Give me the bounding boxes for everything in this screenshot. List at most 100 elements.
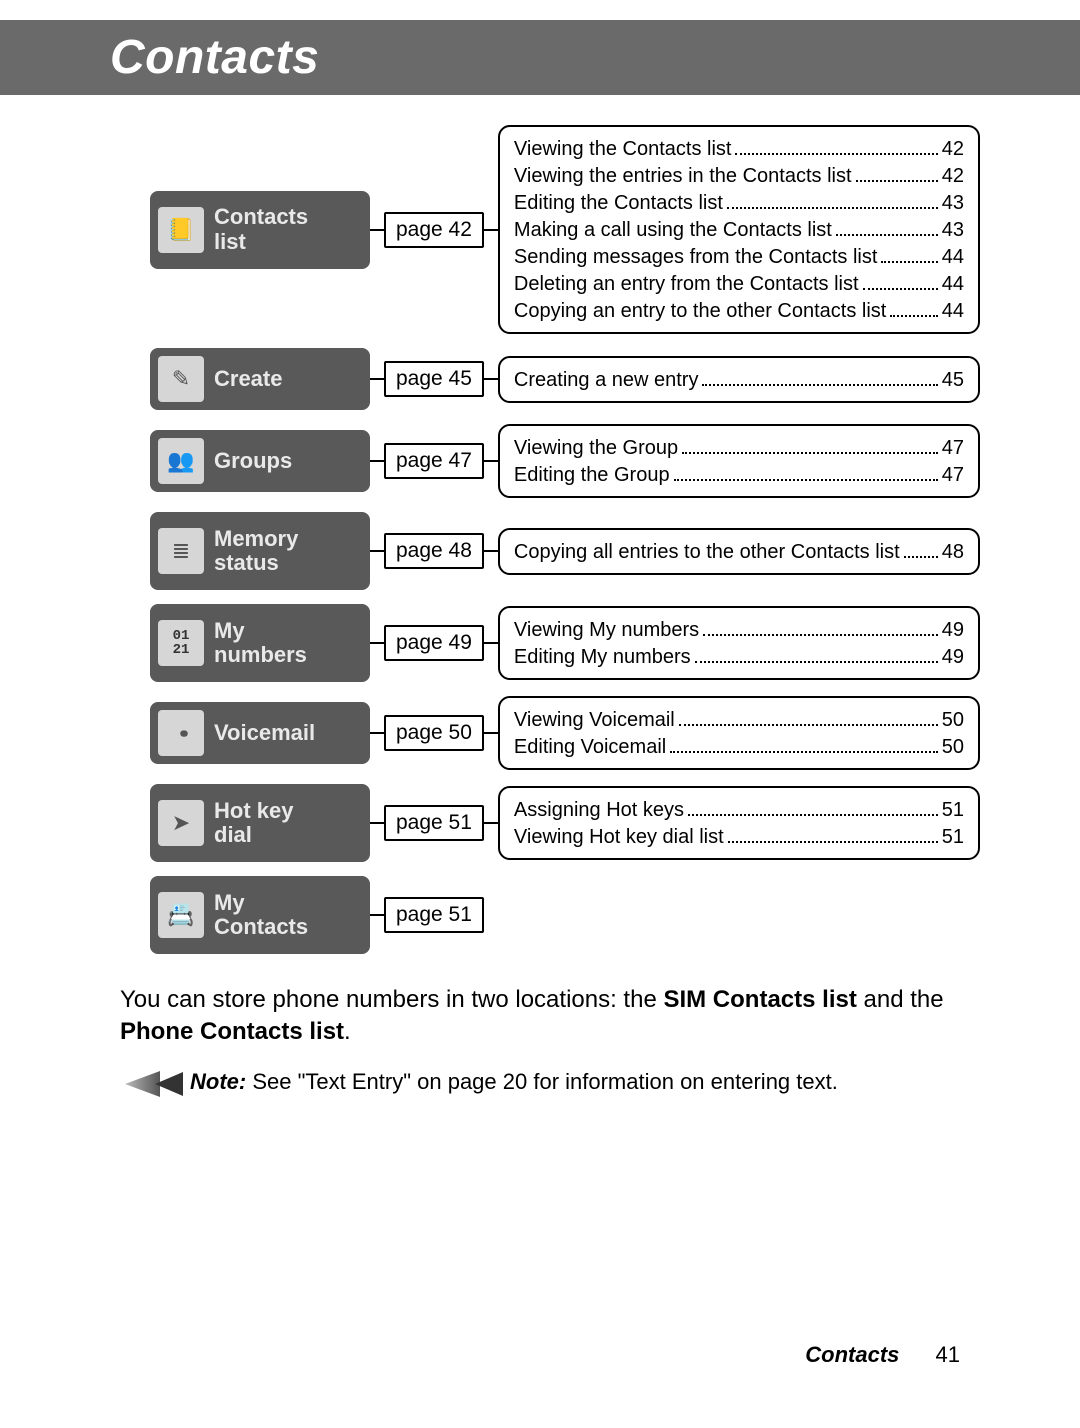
note-lead: Note: <box>190 1069 246 1094</box>
sub-toc: Viewing Voicemail50Editing Voicemail50 <box>498 696 980 770</box>
section-row: Voicemailpage 50Viewing Voicemail50Editi… <box>150 696 980 770</box>
connector <box>370 914 384 916</box>
connector <box>370 229 384 231</box>
mycontacts-icon <box>158 892 204 938</box>
toc-entry-label: Viewing the Contacts list <box>514 137 732 162</box>
section-row: Memory status page 48 Copying all entries … <box>150 512 980 590</box>
toc-leader-dots <box>904 538 938 558</box>
toc-entry-label: Assigning Hot keys <box>514 798 684 823</box>
toc-entry-label: Creating a new entry <box>514 368 699 393</box>
toc-entry: Viewing Voicemail50 <box>514 706 964 733</box>
menu-item-label: My numbers <box>214 619 307 667</box>
sections: Contacts list page 42 Viewing the Contacts… <box>0 95 1080 954</box>
section-row: My Contacts page 51 <box>150 876 980 954</box>
connector <box>484 378 498 380</box>
toc-entry-page: 45 <box>942 368 964 393</box>
memory-icon <box>158 528 204 574</box>
connector <box>484 550 498 552</box>
toc-entry-page: 51 <box>942 825 964 850</box>
sub-toc: Viewing the Group 47Editing the Group 47 <box>498 424 980 498</box>
toc-leader-dots <box>890 297 937 317</box>
menu-item: Memory status <box>150 512 370 590</box>
page-ref: page 51 <box>384 897 484 933</box>
toc-entry-label: Editing the Contacts list <box>514 191 723 216</box>
toc-leader-dots <box>881 243 937 263</box>
connector <box>484 229 498 231</box>
numbers-icon: 01 21 <box>158 620 204 666</box>
page-ref: page 45 <box>384 361 484 397</box>
toc-entry-label: Editing the Group <box>514 463 670 488</box>
toc-leader-dots <box>670 733 938 753</box>
toc-entry: Editing the Contacts list43 <box>514 189 964 216</box>
create-icon <box>158 356 204 402</box>
page-ref: page 42 <box>384 212 484 248</box>
toc-leader-dots <box>856 162 938 182</box>
menu-item: Contacts list <box>150 191 370 269</box>
menu-item: My Contacts <box>150 876 370 954</box>
connector <box>484 732 498 734</box>
page-ref: page 47 <box>384 443 484 479</box>
menu-item: Groups <box>150 430 370 492</box>
connector <box>370 460 384 462</box>
menu-item-label: Memory status <box>214 527 298 575</box>
intro-post: . <box>344 1018 351 1045</box>
intro-bold2: Phone Contacts list <box>120 1018 344 1045</box>
toc-entry-label: Viewing the Group <box>514 436 678 461</box>
toc-entry-page: 47 <box>942 463 964 488</box>
toc-entry-page: 43 <box>942 218 964 243</box>
intro-paragraph: You can store phone numbers in two locat… <box>120 984 960 1049</box>
toc-entry: Sending messages from the Contacts list4… <box>514 243 964 270</box>
toc-entry-page: 49 <box>942 645 964 670</box>
sub-toc: Creating a new entry 45 <box>498 356 980 403</box>
menu-item-label: Create <box>214 367 282 391</box>
toc-leader-dots <box>735 135 937 155</box>
toc-entry: Editing the Group 47 <box>514 461 964 488</box>
footer-page-number: 41 <box>936 1342 960 1367</box>
connector <box>370 550 384 552</box>
toc-entry-page: 42 <box>942 164 964 189</box>
toc-entry-label: Copying all entries to the other Contact… <box>514 540 900 565</box>
connector <box>370 378 384 380</box>
toc-entry: Making a call using the Contacts list 43 <box>514 216 964 243</box>
toc-leader-dots <box>688 796 938 816</box>
toc-entry: Viewing My numbers49 <box>514 616 964 643</box>
toc-entry-label: Copying an entry to the other Contacts l… <box>514 299 886 324</box>
toc-leader-dots <box>728 823 938 843</box>
menu-item-label: Groups <box>214 449 292 473</box>
toc-entry-page: 51 <box>942 798 964 823</box>
connector <box>370 642 384 644</box>
toc-entry-label: Deleting an entry from the Contacts list <box>514 272 859 297</box>
note: Note: See "Text Entry" on page 20 for in… <box>120 1069 960 1099</box>
connector <box>484 822 498 824</box>
page-ref: page 48 <box>384 533 484 569</box>
connector <box>370 822 384 824</box>
toc-entry: Viewing the Contacts list 42 <box>514 135 964 162</box>
connector <box>484 642 498 644</box>
page-ref: page 51 <box>384 805 484 841</box>
toc-entry-page: 42 <box>942 137 964 162</box>
toc-leader-dots <box>674 461 938 481</box>
toc-entry-label: Viewing Hot key dial list <box>514 825 724 850</box>
page-footer: Contacts 41 <box>805 1342 960 1368</box>
toc-entry-page: 50 <box>942 735 964 760</box>
section-row: Contacts list page 42 Viewing the Contacts… <box>150 125 980 334</box>
page-ref: page 49 <box>384 625 484 661</box>
section-row: Groupspage 47Viewing the Group47Editing … <box>150 424 980 498</box>
menu-item: Voicemail <box>150 702 370 764</box>
toc-leader-dots <box>727 189 938 209</box>
toc-entry-label: Making a call using the Contacts list <box>514 218 832 243</box>
intro-bold1: SIM Contacts list <box>663 986 856 1013</box>
toc-entry-page: 48 <box>942 540 964 565</box>
section-row: 01 21My numbers page 49 Viewing My numbers… <box>150 604 980 682</box>
menu-item-label: Hot key dial <box>214 799 293 847</box>
section-row: Create page 45 Creating a new entry 45 <box>150 348 980 410</box>
sub-toc: Viewing the Contacts list42Viewing the e… <box>498 125 980 334</box>
toc-leader-dots <box>836 216 938 236</box>
intro-mid: and the <box>857 986 944 1013</box>
toc-entry: Copying all entries to the other Contact… <box>514 538 964 565</box>
menu-item: 01 21My numbers <box>150 604 370 682</box>
hotkey-icon <box>158 800 204 846</box>
toc-entry: Editing My numbers49 <box>514 643 964 670</box>
toc-leader-dots <box>703 616 938 636</box>
voicemail-icon <box>158 710 204 756</box>
